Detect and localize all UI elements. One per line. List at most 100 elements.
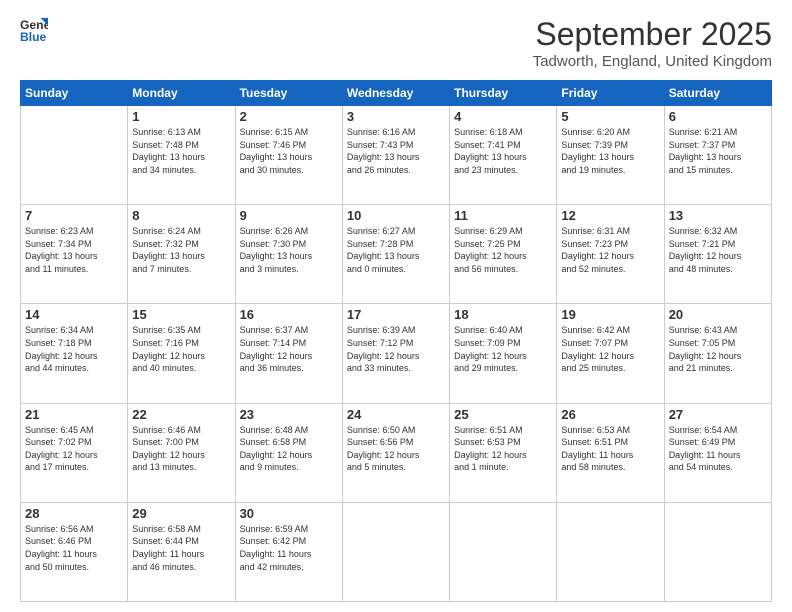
day-number: 17 xyxy=(347,307,445,322)
day-number: 15 xyxy=(132,307,230,322)
day-number: 30 xyxy=(240,506,338,521)
table-row: 9 Sunrise: 6:26 AM Sunset: 7:30 PM Daylig… xyxy=(235,205,342,304)
day-number: 3 xyxy=(347,109,445,124)
table-row: 13 Sunrise: 6:32 AM Sunset: 7:21 PM Dayli… xyxy=(664,205,771,304)
table-row xyxy=(664,502,771,601)
logo-icon: General Blue xyxy=(20,16,48,44)
day-info: Sunrise: 6:59 AM Sunset: 6:42 PM Dayligh… xyxy=(240,523,338,573)
col-friday: Friday xyxy=(557,81,664,106)
calendar-week-row: 1Sunrise: 6:13 AM Sunset: 7:48 PM Daylig… xyxy=(21,106,772,205)
table-row xyxy=(21,106,128,205)
table-row: 17 Sunrise: 6:39 AM Sunset: 7:12 PM Dayli… xyxy=(342,304,449,403)
table-row: 11Sunrise: 6:29 AM Sunset: 7:25 PM Dayli… xyxy=(450,205,557,304)
day-number: 14 xyxy=(25,307,123,322)
day-number: 21 xyxy=(25,407,123,422)
calendar-week-row: 14 Sunrise: 6:34 AM Sunset: 7:18 PM Dayli… xyxy=(21,304,772,403)
col-tuesday: Tuesday xyxy=(235,81,342,106)
day-info: Sunrise: 6:43 AM Sunset: 7:05 PM Dayligh… xyxy=(669,324,767,374)
table-row: 19Sunrise: 6:42 AM Sunset: 7:07 PM Dayli… xyxy=(557,304,664,403)
day-info: Sunrise: 6:42 AM Sunset: 7:07 PM Dayligh… xyxy=(561,324,659,374)
month-title: September 2025 xyxy=(533,16,772,53)
day-info: Sunrise: 6:15 AM Sunset: 7:46 PM Dayligh… xyxy=(240,126,338,176)
day-info: Sunrise: 6:48 AM Sunset: 6:58 PM Dayligh… xyxy=(240,424,338,474)
table-row xyxy=(450,502,557,601)
day-number: 10 xyxy=(347,208,445,223)
day-info: Sunrise: 6:24 AM Sunset: 7:32 PM Dayligh… xyxy=(132,225,230,275)
logo: General Blue xyxy=(20,16,48,44)
day-number: 4 xyxy=(454,109,552,124)
day-number: 13 xyxy=(669,208,767,223)
day-info: Sunrise: 6:34 AM Sunset: 7:18 PM Dayligh… xyxy=(25,324,123,374)
day-number: 26 xyxy=(561,407,659,422)
table-row: 15 Sunrise: 6:35 AM Sunset: 7:16 PM Dayli… xyxy=(128,304,235,403)
day-info: Sunrise: 6:53 AM Sunset: 6:51 PM Dayligh… xyxy=(561,424,659,474)
calendar-header-row: Sunday Monday Tuesday Wednesday Thursday… xyxy=(21,81,772,106)
table-row: 6 Sunrise: 6:21 AM Sunset: 7:37 PM Daylig… xyxy=(664,106,771,205)
day-info: Sunrise: 6:21 AM Sunset: 7:37 PM Dayligh… xyxy=(669,126,767,176)
day-info: Sunrise: 6:51 AM Sunset: 6:53 PM Dayligh… xyxy=(454,424,552,474)
day-number: 6 xyxy=(669,109,767,124)
day-info: Sunrise: 6:16 AM Sunset: 7:43 PM Dayligh… xyxy=(347,126,445,176)
col-sunday: Sunday xyxy=(21,81,128,106)
col-saturday: Saturday xyxy=(664,81,771,106)
day-number: 8 xyxy=(132,208,230,223)
day-info: Sunrise: 6:20 AM Sunset: 7:39 PM Dayligh… xyxy=(561,126,659,176)
table-row: 4Sunrise: 6:18 AM Sunset: 7:41 PM Daylig… xyxy=(450,106,557,205)
table-row: 10 Sunrise: 6:27 AM Sunset: 7:28 PM Dayli… xyxy=(342,205,449,304)
table-row: 22 Sunrise: 6:46 AM Sunset: 7:00 PM Dayli… xyxy=(128,403,235,502)
day-number: 9 xyxy=(240,208,338,223)
calendar-week-row: 21 Sunrise: 6:45 AM Sunset: 7:02 PM Dayli… xyxy=(21,403,772,502)
day-number: 12 xyxy=(561,208,659,223)
day-number: 27 xyxy=(669,407,767,422)
day-number: 28 xyxy=(25,506,123,521)
table-row: 5 Sunrise: 6:20 AM Sunset: 7:39 PM Daylig… xyxy=(557,106,664,205)
day-number: 5 xyxy=(561,109,659,124)
page-header: General Blue September 2025 Tadworth, En… xyxy=(20,16,772,70)
day-number: 18 xyxy=(454,307,552,322)
day-info: Sunrise: 6:35 AM Sunset: 7:16 PM Dayligh… xyxy=(132,324,230,374)
table-row xyxy=(557,502,664,601)
table-row: 2 Sunrise: 6:15 AM Sunset: 7:46 PM Daylig… xyxy=(235,106,342,205)
col-monday: Monday xyxy=(128,81,235,106)
title-block: September 2025 Tadworth, England, United… xyxy=(533,16,772,70)
col-thursday: Thursday xyxy=(450,81,557,106)
table-row: 28Sunrise: 6:56 AM Sunset: 6:46 PM Dayli… xyxy=(21,502,128,601)
day-info: Sunrise: 6:45 AM Sunset: 7:02 PM Dayligh… xyxy=(25,424,123,474)
table-row: 14 Sunrise: 6:34 AM Sunset: 7:18 PM Dayli… xyxy=(21,304,128,403)
day-info: Sunrise: 6:23 AM Sunset: 7:34 PM Dayligh… xyxy=(25,225,123,275)
day-number: 2 xyxy=(240,109,338,124)
table-row: 30 Sunrise: 6:59 AM Sunset: 6:42 PM Dayli… xyxy=(235,502,342,601)
table-row: 12 Sunrise: 6:31 AM Sunset: 7:23 PM Dayli… xyxy=(557,205,664,304)
table-row: 20Sunrise: 6:43 AM Sunset: 7:05 PM Dayli… xyxy=(664,304,771,403)
table-row: 26 Sunrise: 6:53 AM Sunset: 6:51 PM Dayli… xyxy=(557,403,664,502)
table-row: 7Sunrise: 6:23 AM Sunset: 7:34 PM Daylig… xyxy=(21,205,128,304)
table-row: 3 Sunrise: 6:16 AM Sunset: 7:43 PM Daylig… xyxy=(342,106,449,205)
table-row: 29Sunrise: 6:58 AM Sunset: 6:44 PM Dayli… xyxy=(128,502,235,601)
table-row: 23Sunrise: 6:48 AM Sunset: 6:58 PM Dayli… xyxy=(235,403,342,502)
table-row: 1Sunrise: 6:13 AM Sunset: 7:48 PM Daylig… xyxy=(128,106,235,205)
day-info: Sunrise: 6:26 AM Sunset: 7:30 PM Dayligh… xyxy=(240,225,338,275)
day-info: Sunrise: 6:39 AM Sunset: 7:12 PM Dayligh… xyxy=(347,324,445,374)
day-info: Sunrise: 6:40 AM Sunset: 7:09 PM Dayligh… xyxy=(454,324,552,374)
day-info: Sunrise: 6:32 AM Sunset: 7:21 PM Dayligh… xyxy=(669,225,767,275)
day-number: 22 xyxy=(132,407,230,422)
col-wednesday: Wednesday xyxy=(342,81,449,106)
table-row: 8 Sunrise: 6:24 AM Sunset: 7:32 PM Daylig… xyxy=(128,205,235,304)
day-info: Sunrise: 6:58 AM Sunset: 6:44 PM Dayligh… xyxy=(132,523,230,573)
day-info: Sunrise: 6:13 AM Sunset: 7:48 PM Dayligh… xyxy=(132,126,230,176)
svg-text:Blue: Blue xyxy=(20,30,47,44)
location: Tadworth, England, United Kingdom xyxy=(533,53,772,70)
table-row: 25Sunrise: 6:51 AM Sunset: 6:53 PM Dayli… xyxy=(450,403,557,502)
day-info: Sunrise: 6:31 AM Sunset: 7:23 PM Dayligh… xyxy=(561,225,659,275)
table-row: 24Sunrise: 6:50 AM Sunset: 6:56 PM Dayli… xyxy=(342,403,449,502)
calendar: Sunday Monday Tuesday Wednesday Thursday… xyxy=(20,80,772,602)
day-info: Sunrise: 6:46 AM Sunset: 7:00 PM Dayligh… xyxy=(132,424,230,474)
day-info: Sunrise: 6:37 AM Sunset: 7:14 PM Dayligh… xyxy=(240,324,338,374)
table-row: 27 Sunrise: 6:54 AM Sunset: 6:49 PM Dayli… xyxy=(664,403,771,502)
day-info: Sunrise: 6:54 AM Sunset: 6:49 PM Dayligh… xyxy=(669,424,767,474)
table-row: 21 Sunrise: 6:45 AM Sunset: 7:02 PM Dayli… xyxy=(21,403,128,502)
table-row xyxy=(342,502,449,601)
day-info: Sunrise: 6:50 AM Sunset: 6:56 PM Dayligh… xyxy=(347,424,445,474)
day-info: Sunrise: 6:29 AM Sunset: 7:25 PM Dayligh… xyxy=(454,225,552,275)
day-info: Sunrise: 6:27 AM Sunset: 7:28 PM Dayligh… xyxy=(347,225,445,275)
